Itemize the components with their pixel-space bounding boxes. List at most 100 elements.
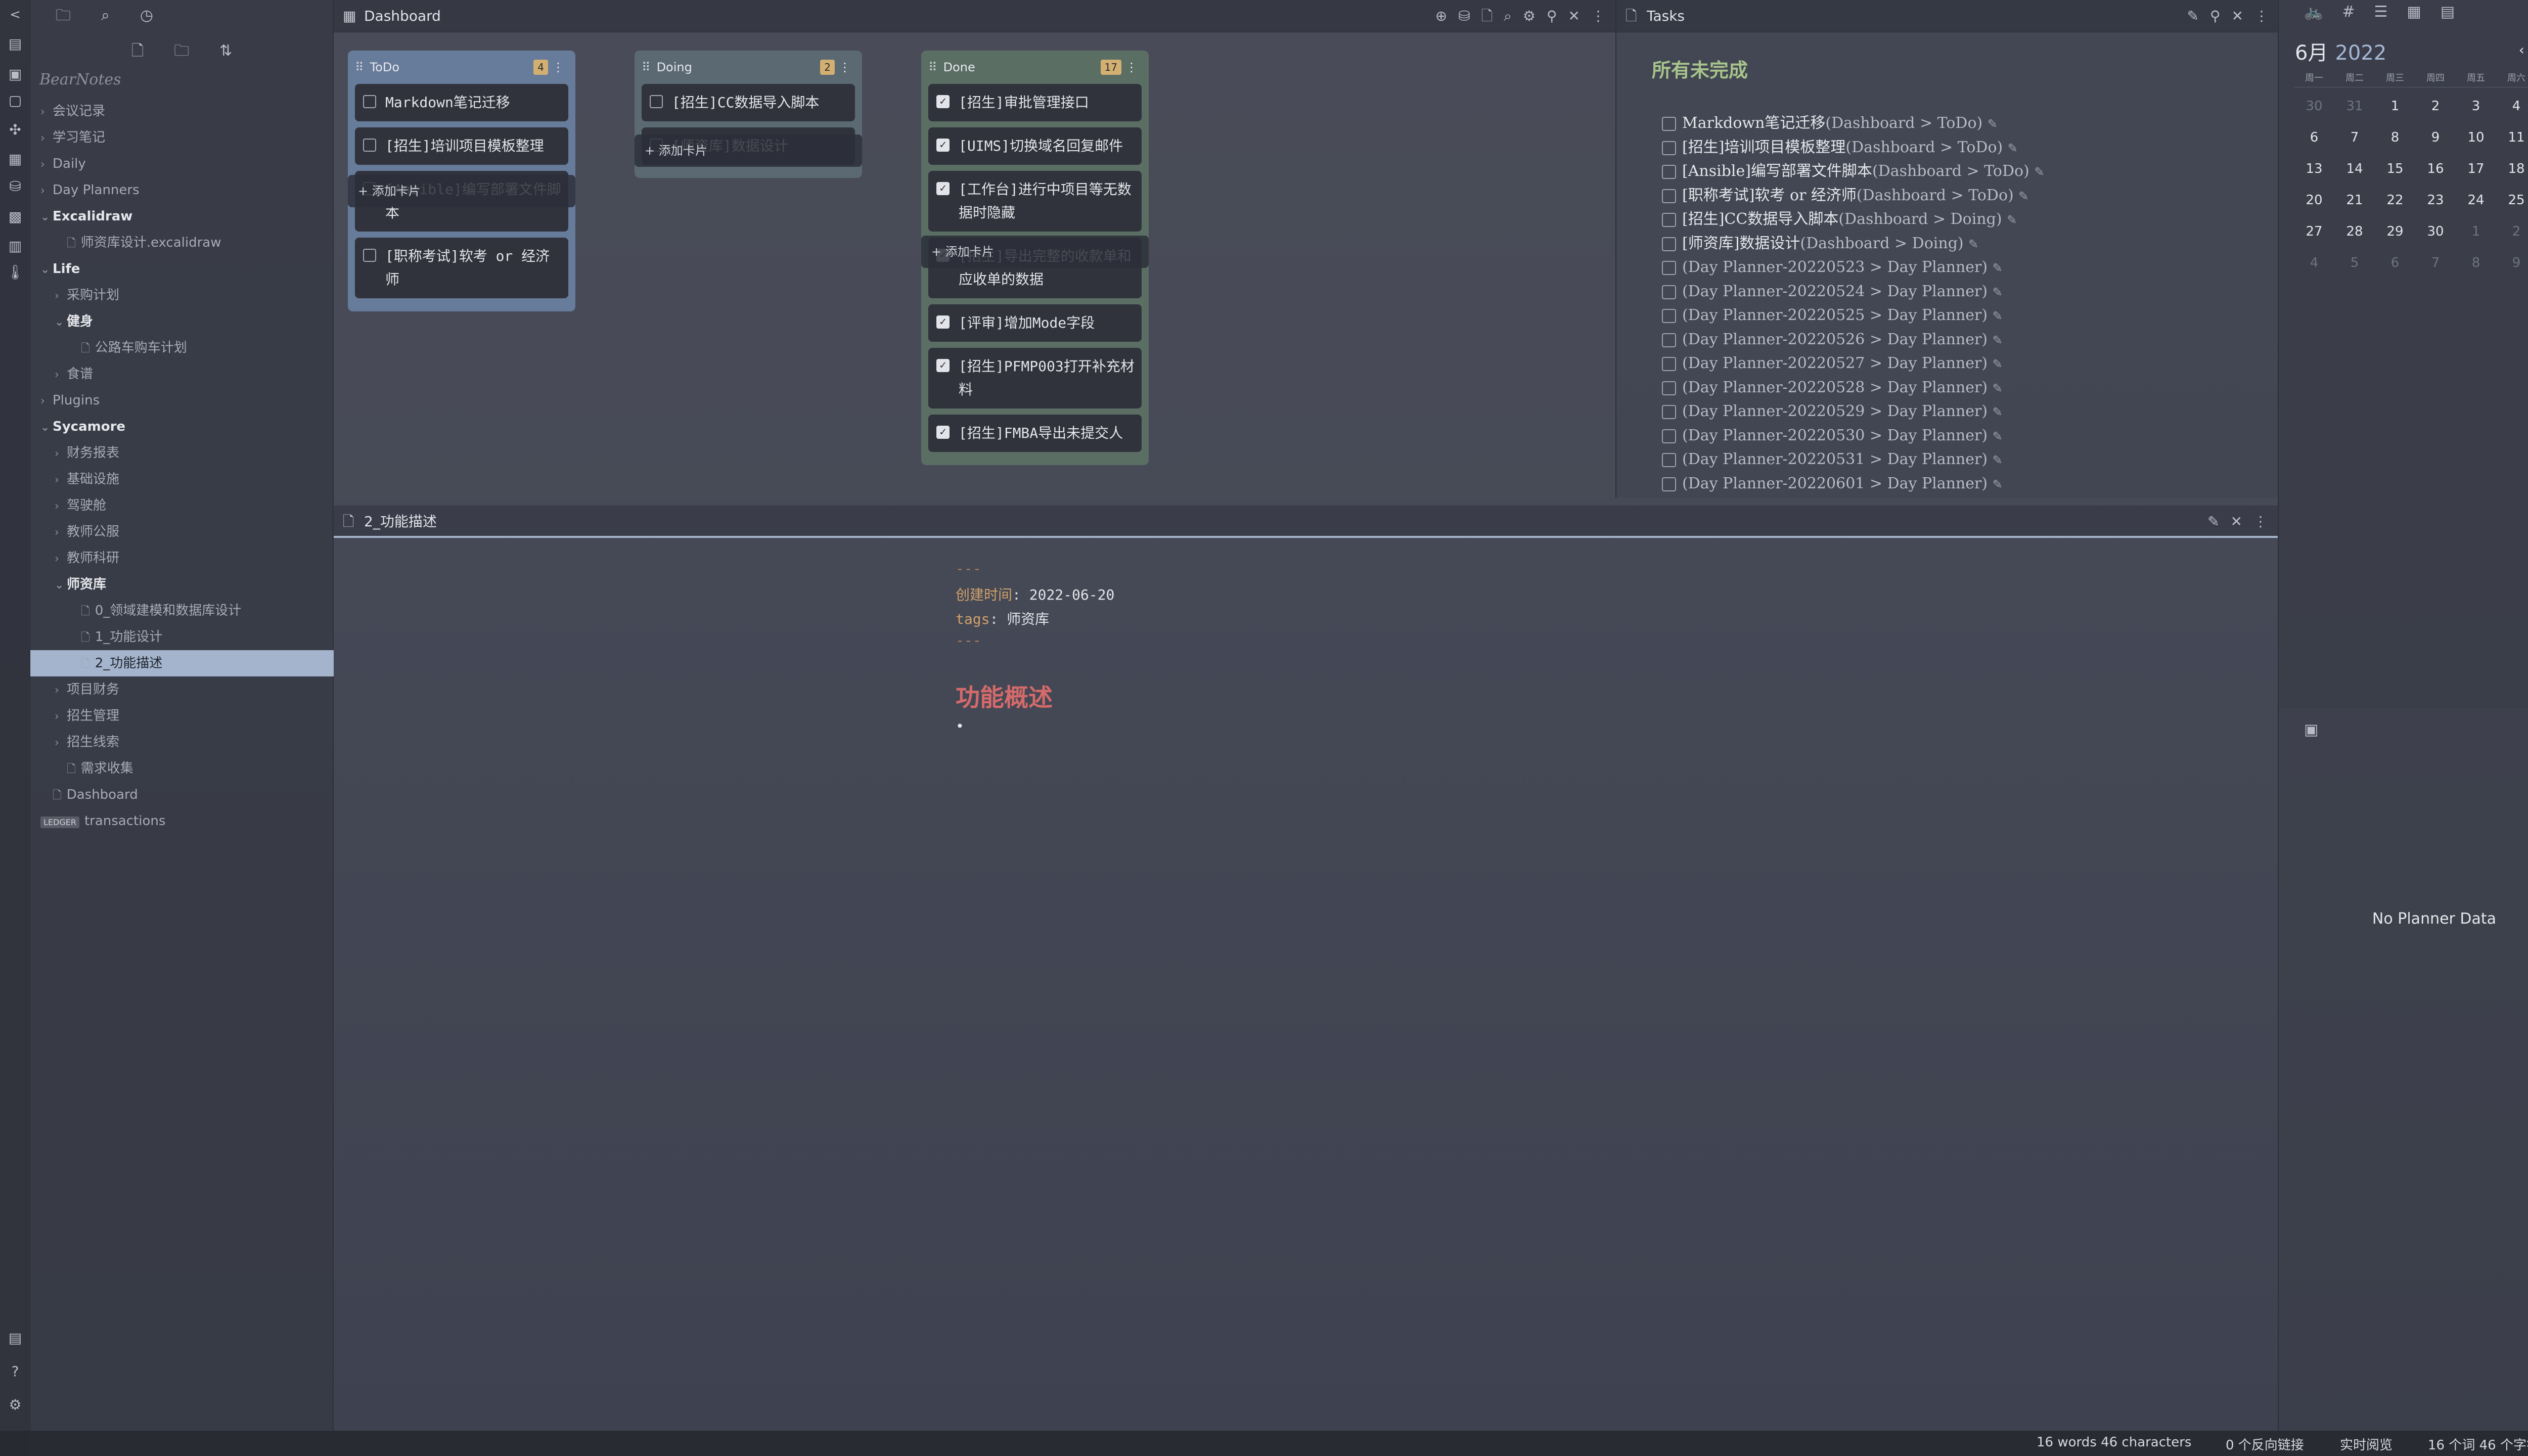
more-icon[interactable]: ⋮ — [1591, 0, 1605, 32]
settings-icon[interactable]: ⚙ — [5, 1396, 25, 1413]
task-source-link[interactable]: (Day Planner-20220526 > Day Planner) — [1682, 331, 1988, 348]
tree-item[interactable]: 🗋 公路车购车计划 — [30, 335, 334, 361]
edit-task-icon[interactable]: ✎ — [1993, 285, 2003, 299]
task-source-link[interactable]: (Dashboard > ToDo) — [1845, 139, 2003, 156]
edit-task-icon[interactable]: ✎ — [1988, 117, 1998, 131]
calendar-day[interactable]: 27 — [2294, 221, 2334, 253]
checkbox[interactable] — [363, 249, 376, 262]
task-source-link[interactable]: (Dashboard > ToDo) — [1857, 187, 2014, 204]
calendar-day[interactable]: 4 — [2294, 253, 2334, 284]
calendar-day[interactable]: 29 — [2375, 221, 2415, 253]
checkbox[interactable] — [363, 95, 376, 108]
tree-item[interactable]: › 采购计划 — [30, 282, 334, 308]
task-source-link[interactable]: (Day Planner-20220531 > Day Planner) — [1682, 450, 1988, 468]
close-icon[interactable]: ✕ — [2231, 506, 2242, 538]
calendar-day[interactable]: 22 — [2375, 190, 2415, 221]
kanban-card[interactable]: ✓ [招生]审批管理接口 — [928, 84, 1142, 121]
gear-icon[interactable]: ⚙ — [1523, 0, 1536, 32]
frontmatter-tags[interactable]: tags: 师资库 — [956, 608, 1049, 628]
table-icon[interactable]: ▤ — [2441, 3, 2455, 21]
task-source-link[interactable]: (Day Planner-20220529 > Day Planner) — [1682, 402, 1988, 420]
add-icon[interactable]: ⊕ — [1435, 0, 1447, 32]
edit-icon[interactable]: ✎ — [2207, 506, 2219, 538]
task-checkbox[interactable] — [1662, 285, 1676, 299]
tree-item[interactable]: › 教师公服 — [30, 519, 334, 545]
calendar-icon[interactable]: ▦ — [2407, 3, 2421, 21]
drag-handle-icon[interactable]: ⠿ — [355, 60, 364, 74]
calendar-day[interactable]: 21 — [2334, 190, 2375, 221]
collapse-icon[interactable]: < — [5, 7, 25, 22]
calendar-day[interactable]: 9 — [2415, 127, 2456, 159]
task-checkbox[interactable] — [1662, 309, 1676, 323]
tree-item[interactable]: ⌄ 师资库 — [30, 571, 334, 598]
edit-task-icon[interactable]: ✎ — [1968, 237, 1978, 251]
more-icon[interactable]: ⋮ — [2254, 0, 2269, 32]
help-icon[interactable]: ? — [5, 1363, 25, 1380]
task-checkbox[interactable] — [1662, 453, 1676, 467]
pin-icon[interactable]: ⚲ — [1547, 0, 1557, 32]
task-source-link[interactable]: (Dashboard > Doing) — [1800, 235, 1963, 252]
checkbox[interactable]: ✓ — [936, 95, 950, 108]
task-checkbox[interactable] — [1662, 117, 1676, 131]
tree-item[interactable]: › Day Planners — [30, 177, 334, 203]
tree-item[interactable]: ⌄ 健身 — [30, 308, 334, 335]
calendar-day[interactable]: 3 — [2456, 96, 2496, 127]
task-checkbox[interactable] — [1662, 477, 1676, 491]
tree-item[interactable]: › 财务报表 — [30, 440, 334, 466]
edit-task-icon[interactable]: ✎ — [2018, 189, 2028, 203]
task-checkbox[interactable] — [1662, 381, 1676, 395]
more-icon[interactable]: ⋮ — [839, 51, 851, 84]
database-icon[interactable]: ⛁ — [5, 178, 25, 195]
sort-icon[interactable]: ⇅ — [219, 42, 232, 60]
tag-icon[interactable]: # — [2342, 3, 2355, 21]
lane-header[interactable]: ⠿ Done 17 ⋮ — [928, 51, 1142, 84]
tree-item[interactable]: 🗋 师资库设计.excalidraw — [30, 230, 334, 256]
calendar-day[interactable]: 8 — [2375, 127, 2415, 159]
close-icon[interactable]: ✕ — [1568, 0, 1580, 32]
kanban-card[interactable]: ✓ [评审]增加Mode字段 — [928, 304, 1142, 342]
backlinks-count[interactable]: 0 个反向链接 — [2226, 1435, 2304, 1453]
grid-icon[interactable]: ▩ — [5, 208, 25, 225]
tree-item[interactable]: › 驾驶舱 — [30, 492, 334, 519]
checkbox[interactable]: ✓ — [936, 139, 950, 152]
task-source-link[interactable]: (Day Planner-20220528 > Day Planner) — [1682, 379, 1988, 396]
folder-icon[interactable]: 🗀 — [56, 4, 71, 30]
more-icon[interactable]: ⋮ — [552, 51, 564, 84]
calendar-day[interactable]: 18 — [2496, 159, 2528, 190]
task-checkbox[interactable] — [1662, 237, 1676, 251]
tree-item[interactable]: › Daily — [30, 151, 334, 177]
calendar-day[interactable]: 14 — [2334, 159, 2375, 190]
tree-item[interactable]: › 教师科研 — [30, 545, 334, 571]
editor-mode[interactable]: 实时阅览 — [2340, 1435, 2392, 1453]
add-card-button[interactable]: + 添加卡片 — [635, 134, 862, 167]
note-icon[interactable]: ▢ — [5, 92, 25, 109]
tree-item[interactable]: › Plugins — [30, 387, 334, 414]
kanban-card[interactable]: Markdown笔记迁移 — [355, 84, 568, 121]
task-source-link[interactable]: (Day Planner-20220524 > Day Planner) — [1682, 283, 1988, 300]
calendar-day[interactable]: 10 — [2456, 127, 2496, 159]
calendar-day[interactable]: 7 — [2334, 127, 2375, 159]
calendar-day[interactable]: 5 — [2334, 253, 2375, 284]
kanban-icon[interactable]: ▥ — [5, 238, 25, 254]
calendar-day[interactable]: 15 — [2375, 159, 2415, 190]
calendar-day[interactable]: 2 — [2415, 96, 2456, 127]
kanban-card[interactable]: [招生]培训项目模板整理 — [355, 127, 568, 165]
markdown-icon[interactable]: 🗋 — [1481, 0, 1493, 32]
tree-item[interactable]: › 基础设施 — [30, 466, 334, 492]
more-icon[interactable]: ⋮ — [1125, 51, 1138, 84]
calendar-day[interactable]: 17 — [2456, 159, 2496, 190]
task-checkbox[interactable] — [1662, 333, 1676, 347]
tree-item[interactable]: › 招生线索 — [30, 729, 334, 755]
task-checkbox[interactable] — [1662, 189, 1676, 203]
checkbox[interactable]: ✓ — [936, 426, 950, 439]
tree-item[interactable]: 🗋 1_功能设计 — [30, 624, 334, 650]
task-checkbox[interactable] — [1662, 357, 1676, 371]
new-folder-icon[interactable]: 🗀 — [174, 39, 189, 65]
task-checkbox[interactable] — [1662, 165, 1676, 179]
edit-task-icon[interactable]: ✎ — [2007, 213, 2017, 227]
vault-icon[interactable]: ▤ — [5, 1330, 25, 1346]
checkbox[interactable] — [650, 95, 663, 108]
tree-item[interactable]: › 食谱 — [30, 361, 334, 387]
tree-item[interactable]: LEDGER transactions — [30, 808, 334, 834]
pin-icon[interactable]: ⚲ — [2210, 0, 2221, 32]
